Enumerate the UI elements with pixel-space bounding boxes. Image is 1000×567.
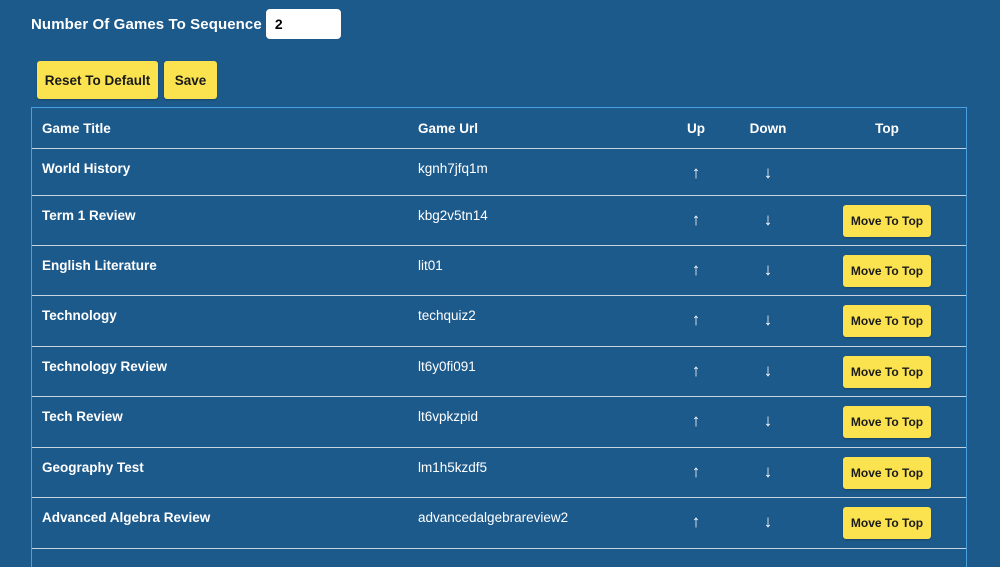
game-url: lt6vpkzpid: [418, 409, 479, 424]
game-url: advancedalgebrareview2: [418, 510, 569, 525]
game-url: kbg2v5tn14: [418, 208, 488, 223]
header-top: Top: [875, 121, 899, 136]
table-row: Advanced Algebra Review advancedalgebrar…: [32, 498, 966, 549]
table-header-row: Game Title Game Url Up Down Top: [32, 108, 966, 149]
move-to-top-button[interactable]: Move To Top: [843, 305, 931, 337]
move-to-top-button[interactable]: Move To Top: [843, 507, 931, 539]
game-url: techquiz2: [418, 308, 476, 323]
game-url: lm1h5kzdf5: [418, 460, 488, 475]
table-row: Tech Review lt6vpkzpid ↑ ↓ Move To Top: [32, 397, 966, 448]
arrow-down-icon[interactable]: ↓: [749, 463, 787, 480]
table-row: Technology techquiz2 ↑ ↓ Move To Top: [32, 296, 966, 347]
arrow-up-icon[interactable]: ↑: [679, 164, 713, 181]
game-url: kgnh7jfq1m: [418, 161, 488, 176]
action-buttons: Reset To Default Save: [37, 61, 217, 99]
header-game-title: Game Title: [42, 121, 111, 136]
table-row: English Literature lit01 ↑ ↓ Move To Top: [32, 246, 966, 296]
arrow-up-icon[interactable]: ↑: [679, 211, 713, 228]
game-title: Technology: [42, 308, 117, 323]
arrow-down-icon[interactable]: ↓: [749, 164, 787, 181]
arrow-down-icon[interactable]: ↓: [749, 261, 787, 278]
game-title: Tech Review: [42, 409, 123, 424]
move-to-top-button[interactable]: Move To Top: [843, 205, 931, 237]
header-game-url: Game Url: [418, 121, 479, 136]
games-table: Game Title Game Url Up Down Top World Hi…: [31, 107, 967, 567]
table-row: Term 1 Review kbg2v5tn14 ↑ ↓ Move To Top: [32, 196, 966, 246]
arrow-down-icon[interactable]: ↓: [749, 513, 787, 530]
move-to-top-button[interactable]: Move To Top: [843, 457, 931, 489]
arrow-down-icon[interactable]: ↓: [749, 412, 787, 429]
save-button[interactable]: Save: [164, 61, 217, 99]
sequence-count-row: Number Of Games To Sequence: [31, 9, 341, 39]
table-row: Geography Test lm1h5kzdf5 ↑ ↓ Move To To…: [32, 448, 966, 498]
move-to-top-button[interactable]: Move To Top: [843, 255, 931, 287]
arrow-down-icon[interactable]: ↓: [749, 362, 787, 379]
header-up: Up: [687, 121, 705, 136]
game-title: Technology Review: [42, 359, 168, 374]
reset-to-default-button[interactable]: Reset To Default: [37, 61, 158, 99]
arrow-up-icon[interactable]: ↑: [679, 362, 713, 379]
arrow-down-icon[interactable]: ↓: [749, 211, 787, 228]
move-to-top-button[interactable]: Move To Top: [843, 406, 931, 438]
game-title: World History: [42, 161, 131, 176]
arrow-down-icon[interactable]: ↓: [749, 311, 787, 328]
game-title: Term 1 Review: [42, 208, 136, 223]
arrow-up-icon[interactable]: ↑: [679, 311, 713, 328]
game-url: lit01: [418, 258, 443, 273]
table-row: Technology Review lt6y0fi091 ↑ ↓ Move To…: [32, 347, 966, 397]
sequence-count-input[interactable]: [265, 9, 341, 39]
move-to-top-button[interactable]: Move To Top: [843, 356, 931, 388]
arrow-up-icon[interactable]: ↑: [679, 261, 713, 278]
game-url: lt6y0fi091: [418, 359, 476, 374]
sequence-count-label: Number Of Games To Sequence: [31, 15, 262, 33]
game-title: English Literature: [42, 258, 157, 273]
arrow-up-icon[interactable]: ↑: [679, 513, 713, 530]
arrow-up-icon[interactable]: ↑: [679, 412, 713, 429]
arrow-up-icon[interactable]: ↑: [679, 463, 713, 480]
game-title: Geography Test: [42, 460, 144, 475]
game-title: Advanced Algebra Review: [42, 510, 211, 525]
table-row: World History kgnh7jfq1m ↑ ↓: [32, 149, 966, 196]
header-down: Down: [749, 121, 787, 136]
